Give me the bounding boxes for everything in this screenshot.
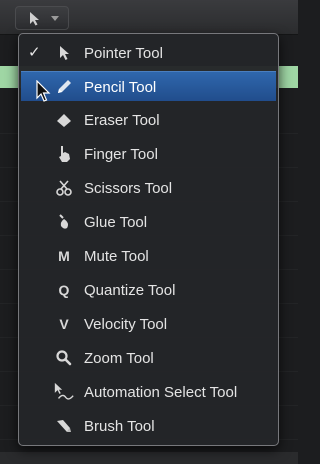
- menu-item-eraser-tool[interactable]: Eraser Tool: [21, 105, 276, 135]
- quantize-glyph: Q: [58, 282, 70, 298]
- eraser-icon: [53, 110, 75, 130]
- tool-menu: ✓ Pointer Tool Pencil Tool Eraser Tool F…: [18, 33, 279, 446]
- menu-item-label: Pointer Tool: [84, 45, 163, 62]
- pointer-icon: [30, 12, 39, 26]
- menu-item-pointer-tool[interactable]: ✓ Pointer Tool: [21, 38, 276, 68]
- quantize-icon: Q: [53, 280, 75, 300]
- brush-icon: [53, 416, 75, 436]
- scissors-icon: [53, 178, 75, 198]
- mute-icon: M: [53, 246, 75, 266]
- chevron-down-icon: [51, 16, 59, 21]
- magnifier-icon: [53, 348, 75, 368]
- menu-item-pencil-tool[interactable]: Pencil Tool: [21, 71, 276, 101]
- menu-item-mute-tool[interactable]: M Mute Tool: [21, 241, 276, 271]
- menu-item-label: Velocity Tool: [84, 316, 168, 333]
- mute-glyph: M: [58, 248, 70, 264]
- menu-item-label: Scissors Tool: [84, 180, 173, 197]
- automation-select-icon: [53, 382, 75, 402]
- mouse-cursor-icon: [36, 80, 51, 102]
- checkmark-icon: ✓: [28, 44, 41, 61]
- menu-item-finger-tool[interactable]: Finger Tool: [21, 139, 276, 169]
- menu-item-glue-tool[interactable]: Glue Tool: [21, 207, 276, 237]
- menu-item-quantize-tool[interactable]: Q Quantize Tool: [21, 275, 276, 305]
- menu-item-label: Zoom Tool: [84, 350, 154, 367]
- velocity-glyph: V: [59, 316, 69, 332]
- menu-item-label: Pencil Tool: [84, 79, 157, 96]
- menu-item-label: Glue Tool: [84, 214, 148, 231]
- menu-item-zoom-tool[interactable]: Zoom Tool: [21, 343, 276, 373]
- menu-item-scissors-tool[interactable]: Scissors Tool: [21, 173, 276, 203]
- menu-item-label: Quantize Tool: [84, 282, 176, 299]
- menu-item-label: Eraser Tool: [84, 112, 160, 129]
- menu-item-brush-tool[interactable]: Brush Tool: [21, 411, 276, 441]
- menu-item-velocity-tool[interactable]: V Velocity Tool: [21, 309, 276, 339]
- pencil-icon: [53, 77, 75, 97]
- menu-item-automation-select-tool[interactable]: Automation Select Tool: [21, 377, 276, 407]
- glue-icon: [53, 212, 75, 232]
- finger-icon: [53, 144, 75, 164]
- tool-selector-button[interactable]: [15, 6, 69, 30]
- pointer-icon: [53, 43, 75, 63]
- velocity-icon: V: [53, 314, 75, 334]
- menu-item-label: Brush Tool: [84, 418, 155, 435]
- menu-item-label: Automation Select Tool: [84, 384, 238, 401]
- bottom-bar: [0, 452, 298, 464]
- menu-item-label: Finger Tool: [84, 146, 158, 163]
- menu-item-label: Mute Tool: [84, 248, 149, 265]
